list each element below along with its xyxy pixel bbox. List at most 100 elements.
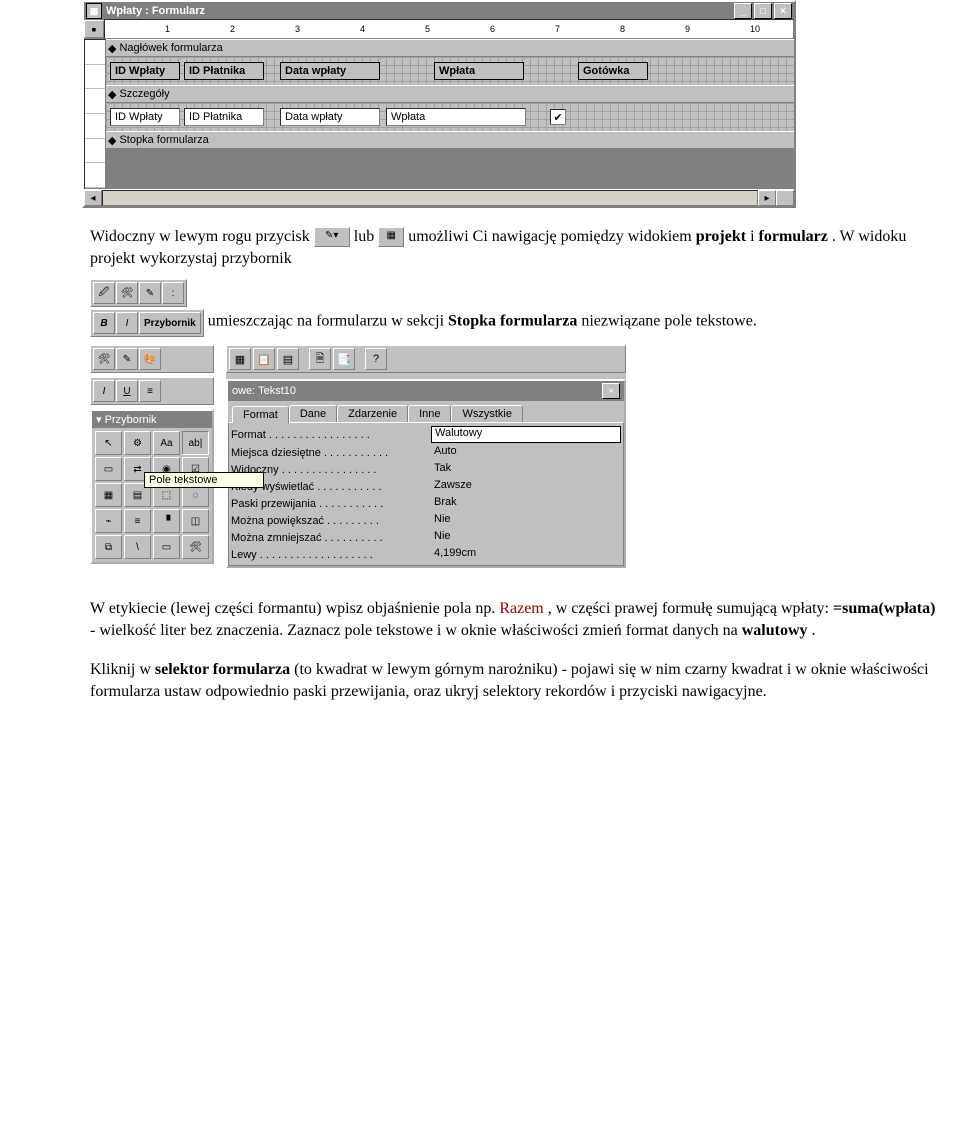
property-row[interactable]: Kiedy wyświetlać . . . . . . . . . . . Z…	[231, 478, 621, 495]
palette-combo[interactable]: ▦	[95, 483, 122, 507]
property-value[interactable]: Auto	[431, 445, 621, 460]
form-selector[interactable]: ▪	[84, 20, 104, 38]
property-row[interactable]: Lewy . . . . . . . . . . . . . . . . . .…	[231, 546, 621, 563]
horizontal-scrollbar[interactable]: ◂ ▸	[84, 189, 794, 206]
tab-data[interactable]: Dane	[289, 405, 337, 422]
form-header-band: ID Wpłaty ID Płatnika Data wpłaty Wpłata…	[106, 57, 794, 85]
help-icon[interactable]: ?	[365, 348, 387, 370]
ruler-tick: 7	[555, 24, 560, 34]
tab-all[interactable]: Wszystkie	[451, 405, 523, 422]
palette-unbound-object[interactable]: ⌁	[95, 509, 122, 533]
property-row[interactable]: Format . . . . . . . . . . . . . . . . .…	[231, 425, 621, 444]
palette-tab[interactable]: ◫	[182, 509, 209, 533]
property-value[interactable]: Zawsze	[431, 479, 621, 494]
tool-icon: 🖉	[93, 282, 115, 304]
property-label: Paski przewijania . . . . . . . . . . .	[231, 498, 431, 510]
palette-bound-object[interactable]: ≡	[124, 509, 151, 533]
tool-icon: ≡	[139, 380, 161, 402]
ruler-tick: 1	[165, 24, 170, 34]
detail-field[interactable]: ID Płatnika	[184, 108, 264, 126]
properties-toolbar: ▦ 📋 ▤ 🗎 📑 ?	[226, 345, 626, 373]
property-value[interactable]: Walutowy	[431, 426, 621, 443]
toolbar-figure: 🖉 🛠 ✎ : B I Przybornik umieszczając na f…	[90, 279, 940, 337]
tool-icon[interactable]: 📋	[253, 348, 275, 370]
property-value[interactable]: 4,199cm	[431, 547, 621, 562]
section-arrow-icon: ◆	[108, 88, 116, 101]
tool-icon[interactable]: 📑	[333, 348, 355, 370]
palette-rect[interactable]: ▭	[153, 535, 180, 559]
form-detail-band: ID Wpłaty ID Płatnika Data wpłaty Wpłata…	[106, 103, 794, 131]
ruler-row: ▪ 1 2 3 4 5 6 7 8 9 10	[84, 20, 794, 39]
minimize-button[interactable]: _	[734, 3, 752, 19]
property-row[interactable]: Można powiększać . . . . . . . . . Nie	[231, 512, 621, 529]
scroll-left-button[interactable]: ◂	[84, 190, 102, 206]
header-label[interactable]: Data wpłaty	[280, 62, 380, 80]
palette-more[interactable]: 🛠	[182, 535, 209, 559]
properties-titlebar: owe: Tekst10 ×	[228, 381, 624, 401]
palette-wizard[interactable]: ⚙	[124, 431, 151, 455]
window-icon[interactable]: ▦	[86, 3, 102, 19]
scroll-right-button[interactable]: ▸	[758, 190, 776, 206]
tab-other[interactable]: Inne	[408, 405, 451, 422]
detail-checkbox[interactable]: ✔	[550, 109, 566, 125]
property-row[interactable]: Widoczny . . . . . . . . . . . . . . . .…	[231, 461, 621, 478]
palette-option-group[interactable]: ▭	[95, 457, 122, 481]
detail-field[interactable]: ID Wpłaty	[110, 108, 180, 126]
property-row[interactable]: Miejsca dziesiętne . . . . . . . . . . .…	[231, 444, 621, 461]
section-arrow-icon: ◆	[108, 42, 116, 55]
detail-field[interactable]: Data wpłaty	[280, 108, 380, 126]
palette-pointer[interactable]: ↖	[95, 431, 122, 455]
property-value[interactable]: Tak	[431, 462, 621, 477]
header-label[interactable]: ID Płatnika	[184, 62, 264, 80]
property-row[interactable]: Można zmniejszać . . . . . . . . . . Nie	[231, 529, 621, 546]
section-footer-bar[interactable]: ◆ Stopka formularza	[106, 131, 794, 149]
tool-icon[interactable]: ▦	[229, 348, 251, 370]
tool-icon[interactable]: 🗎	[309, 348, 331, 370]
ruler-tick: 5	[425, 24, 430, 34]
detail-field[interactable]: Wpłata	[386, 108, 526, 126]
property-value[interactable]: Nie	[431, 530, 621, 545]
palette-pagebreak[interactable]: ▝	[153, 509, 180, 533]
close-button[interactable]: ×	[774, 3, 792, 19]
ruler-tick: 3	[295, 24, 300, 34]
horizontal-ruler: 1 2 3 4 5 6 7 8 9 10	[104, 19, 794, 39]
italic-icon: I	[116, 312, 138, 334]
property-value[interactable]: Nie	[431, 513, 621, 528]
section-header-bar[interactable]: ◆ Nagłówek formularza	[106, 39, 794, 57]
maximize-button[interactable]: □	[754, 3, 772, 19]
tab-event[interactable]: Zdarzenie	[337, 405, 408, 422]
property-value[interactable]: Brak	[431, 496, 621, 511]
tool-icon[interactable]: ▤	[277, 348, 299, 370]
close-icon[interactable]: ×	[602, 383, 620, 399]
ruler-tick: 8	[620, 24, 625, 34]
form-view-icon: ▦	[378, 227, 404, 247]
scroll-track[interactable]	[102, 190, 758, 206]
palette-textbox[interactable]: ab|	[182, 431, 209, 455]
property-label: Lewy . . . . . . . . . . . . . . . . . .…	[231, 549, 431, 561]
tool-icon: ✎	[116, 348, 138, 370]
section-arrow-icon: ◆	[108, 134, 116, 147]
header-label[interactable]: Gotówka	[578, 62, 648, 80]
property-label: Można zmniejszać . . . . . . . . . .	[231, 532, 431, 544]
tab-format[interactable]: Format	[232, 406, 289, 423]
header-label[interactable]: ID Wpłaty	[110, 62, 180, 80]
mini-toolbar-2: I U ≡	[90, 377, 214, 405]
ruler-tick: 2	[230, 24, 235, 34]
form-designer-window: ▦ Wpłaty : Formularz _ □ × ▪ 1 2 3 4 5 6…	[82, 0, 796, 208]
ruler-tick: 4	[360, 24, 365, 34]
ruler-tick: 9	[685, 24, 690, 34]
toolbox-label: Przybornik	[139, 312, 201, 334]
palette-label[interactable]: Aa	[153, 431, 180, 455]
palette-line[interactable]: \	[124, 535, 151, 559]
palette-title: ▾ Przybornik	[92, 411, 212, 428]
header-label[interactable]: Wpłata	[434, 62, 524, 80]
section-detail-bar[interactable]: ◆ Szczegóły	[106, 85, 794, 103]
property-row[interactable]: Paski przewijania . . . . . . . . . . . …	[231, 495, 621, 512]
property-label: Można powiększać . . . . . . . . .	[231, 515, 431, 527]
tool-icon: 🛠	[116, 282, 138, 304]
palette-subform[interactable]: ⧉	[95, 535, 122, 559]
tool-icon: ✎	[139, 282, 161, 304]
properties-area: ▦ 📋 ▤ 🗎 📑 ? owe: Tekst10 × Format Dane Z…	[226, 345, 626, 568]
bold-icon: B	[93, 312, 115, 334]
underline-icon: U	[116, 380, 138, 402]
